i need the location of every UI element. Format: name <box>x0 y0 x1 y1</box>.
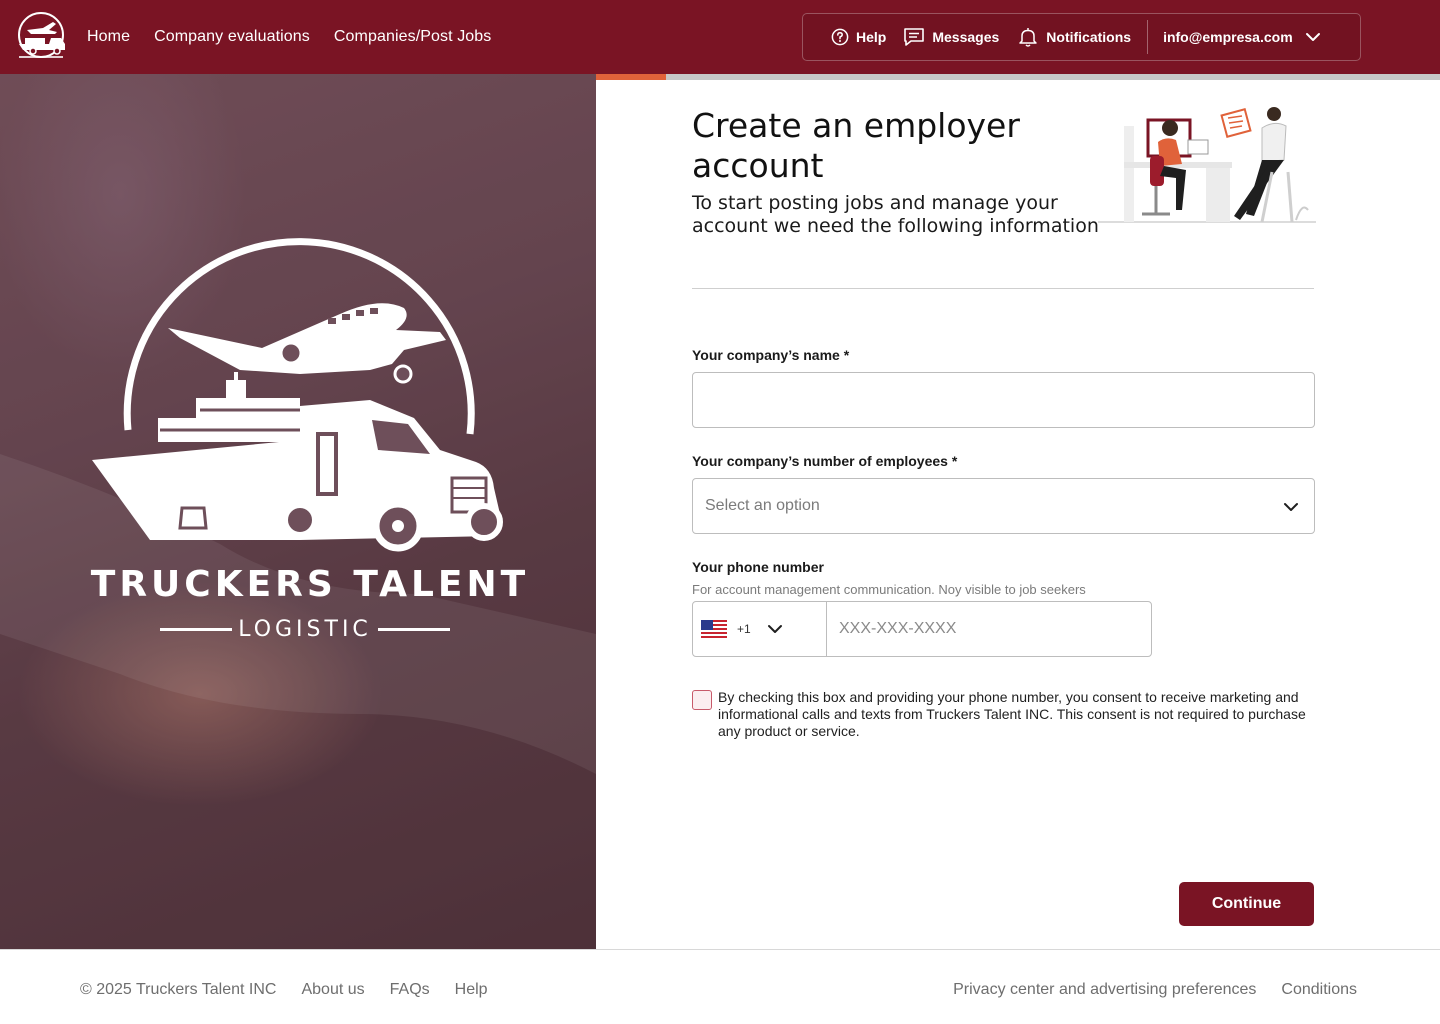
employees-select-placeholder: Select an option <box>705 497 820 514</box>
phone-number-input[interactable] <box>827 602 1151 656</box>
account-email: info@empresa.com <box>1163 29 1293 45</box>
footer-copyright: © 2025 Truckers Talent INC <box>80 981 277 998</box>
account-toolbar: Help Messages Notifications info@empresa… <box>802 13 1361 61</box>
bell-icon <box>1019 28 1038 47</box>
site-footer: © 2025 Truckers Talent INC About us FAQs… <box>0 949 1440 1024</box>
tagline-rule-right <box>377 628 451 631</box>
help-button[interactable]: Help <box>831 28 886 46</box>
phone-hint: For account management communication. No… <box>692 582 1086 597</box>
footer-conditions-link[interactable]: Conditions <box>1281 981 1357 999</box>
office-workers-illustration <box>1098 107 1316 223</box>
brand-logo-icon[interactable] <box>13 10 69 64</box>
country-code: +1 <box>737 622 751 636</box>
consent-checkbox[interactable] <box>692 690 712 710</box>
message-icon <box>904 28 925 46</box>
chevron-down-icon <box>1284 503 1298 511</box>
header-divider <box>692 288 1314 289</box>
footer-about-us-link[interactable]: About us <box>301 981 364 999</box>
continue-button[interactable]: Continue <box>1179 882 1314 926</box>
footer-privacy-link[interactable]: Privacy center and advertising preferenc… <box>953 981 1256 999</box>
employees-label: Your company’s number of employees * <box>692 453 958 469</box>
nav-home[interactable]: Home <box>87 28 130 46</box>
nav-companies-post-jobs[interactable]: Companies/Post Jobs <box>334 28 492 46</box>
marketing-consent: By checking this box and providing your … <box>692 689 1322 740</box>
page-subtitle: To start posting jobs and manage your ac… <box>692 192 1099 237</box>
company-name-label: Your company’s name * <box>692 347 850 363</box>
employees-select[interactable]: Select an option <box>692 478 1315 534</box>
phone-field: +1 <box>692 601 1152 657</box>
toolbar-divider <box>1147 20 1149 54</box>
tagline-rule-left <box>160 628 233 631</box>
hero-brand-name: TRUCKERS TALENT <box>90 564 530 605</box>
country-code-select[interactable]: +1 <box>693 602 827 656</box>
footer-help-link[interactable]: Help <box>455 981 488 999</box>
chevron-down-icon <box>767 625 782 633</box>
chevron-down-icon <box>1305 33 1320 41</box>
help-icon <box>831 28 849 46</box>
footer-left-links: © 2025 Truckers Talent INC About us FAQs… <box>80 981 488 999</box>
consent-text: By checking this box and providing your … <box>718 689 1306 739</box>
us-flag-icon <box>701 620 727 638</box>
tagline-text: LOGISTIC <box>238 617 372 642</box>
footer-faqs-link[interactable]: FAQs <box>390 981 430 999</box>
footer-right-links: Privacy center and advertising preferenc… <box>953 981 1357 999</box>
truckers-talent-emblem-icon <box>0 238 596 774</box>
phone-label: Your phone number <box>692 559 824 575</box>
hero-image-panel: TRUCKERS TALENT LOGISTIC <box>0 74 596 949</box>
messages-label: Messages <box>932 29 1000 45</box>
notifications-label: Notifications <box>1046 29 1132 45</box>
help-label: Help <box>856 29 887 45</box>
page-title: Create an employer account <box>692 106 1020 185</box>
main-nav: Home Company evaluations Companies/Post … <box>87 0 491 74</box>
company-name-input[interactable] <box>692 372 1315 428</box>
notifications-button[interactable]: Notifications <box>1017 26 1131 48</box>
employer-signup-form: Create an employer account To start post… <box>596 80 1440 949</box>
messages-button[interactable]: Messages <box>903 27 999 47</box>
account-menu[interactable]: info@empresa.com <box>1163 29 1321 45</box>
nav-company-evaluations[interactable]: Company evaluations <box>154 28 310 46</box>
top-navigation-bar: Home Company evaluations Companies/Post … <box>0 0 1440 74</box>
hero-brand-tagline: LOGISTIC <box>160 617 451 642</box>
